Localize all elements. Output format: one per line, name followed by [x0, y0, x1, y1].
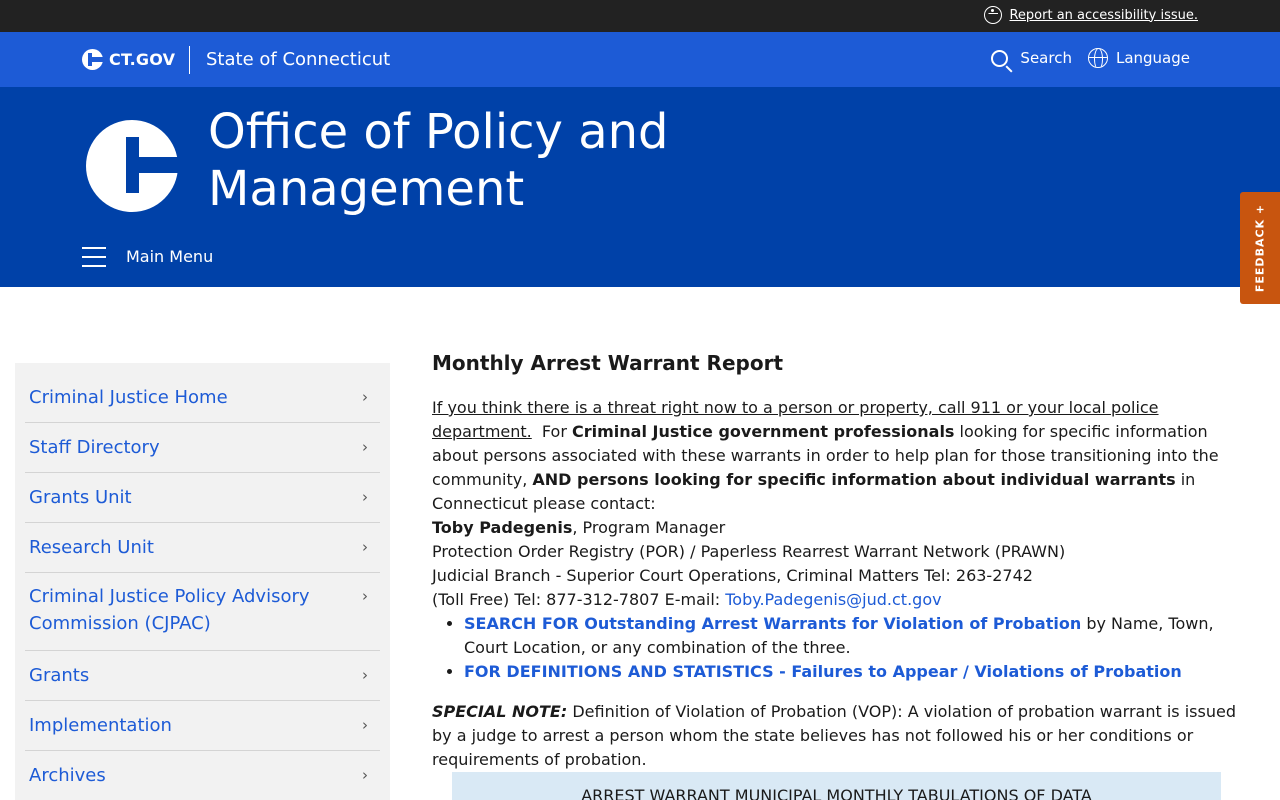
- agency-title[interactable]: Office of Policy and Management: [208, 104, 768, 218]
- sidebar-item-criminal-justice-home[interactable]: Criminal Justice Home ›: [25, 373, 380, 423]
- sidebar-item-label[interactable]: Criminal Justice Home: [29, 384, 228, 411]
- chevron-right-icon: ›: [362, 666, 368, 684]
- language-label: Language: [1115, 49, 1190, 67]
- chevron-right-icon: ›: [362, 388, 368, 406]
- sidebar-item-implementation[interactable]: Implementation ›: [25, 701, 380, 751]
- chevron-right-icon: ›: [362, 716, 368, 734]
- sidebar-item-label[interactable]: Staff Directory: [29, 434, 160, 461]
- sidebar-item-staff-directory[interactable]: Staff Directory ›: [25, 423, 380, 473]
- sidebar-item-label[interactable]: Archives: [29, 762, 106, 789]
- ct-seal-logo[interactable]: [86, 120, 178, 212]
- state-header: CT.GOV State of Connecticut Search Langu…: [0, 32, 1280, 87]
- warrant-search-link[interactable]: SEARCH FOR Outstanding Arrest Warrants f…: [464, 614, 1081, 633]
- section-sidebar: Criminal Justice Home › Staff Directory …: [15, 363, 390, 800]
- language-button[interactable]: Language: [1087, 48, 1190, 68]
- accessibility-icon: [984, 6, 1003, 24]
- sidebar-item-label[interactable]: Grants Unit: [29, 484, 132, 511]
- sidebar-item-label[interactable]: Grants: [29, 662, 89, 689]
- sidebar-item-grants[interactable]: Grants ›: [25, 651, 380, 701]
- page-title: Monthly Arrest Warrant Report: [432, 351, 784, 375]
- sidebar-item-label[interactable]: Implementation: [29, 712, 172, 739]
- contact-unit: Protection Order Registry (POR) / Paperl…: [432, 542, 1066, 561]
- agency-banner: Office of Policy and Management Main Men…: [0, 87, 1280, 287]
- resource-list: SEARCH FOR Outstanding Arrest Warrants f…: [464, 612, 1242, 684]
- intro-paragraph: If you think there is a threat right now…: [432, 396, 1242, 516]
- utility-bar: Report an accessibility issue.: [0, 0, 1280, 32]
- feedback-label: FEEDBACK +: [1253, 203, 1267, 293]
- contact-role: , Program Manager: [572, 518, 726, 537]
- chevron-right-icon: ›: [362, 587, 368, 605]
- list-item: FOR DEFINITIONS AND STATISTICS - Failure…: [464, 660, 1242, 684]
- chevron-right-icon: ›: [362, 766, 368, 784]
- chevron-right-icon: ›: [362, 488, 368, 506]
- special-note: SPECIAL NOTE: Definition of Violation of…: [432, 700, 1242, 772]
- intro-bold: Criminal Justice government professional…: [572, 422, 955, 441]
- main-menu-label: Main Menu: [126, 246, 214, 266]
- state-name-link[interactable]: State of Connecticut: [206, 49, 390, 70]
- feedback-tab[interactable]: FEEDBACK +: [1240, 192, 1280, 304]
- chevron-right-icon: ›: [362, 538, 368, 556]
- special-note-label: SPECIAL NOTE:: [432, 702, 568, 721]
- search-label: Search: [1020, 49, 1072, 67]
- sidebar-item-cjpac[interactable]: Criminal Justice Policy Advisory Commiss…: [25, 573, 380, 651]
- search-button[interactable]: Search: [991, 48, 1072, 68]
- chevron-right-icon: ›: [362, 438, 368, 456]
- intro-bold: AND persons looking for specific informa…: [532, 470, 1176, 489]
- ct-gov-logo[interactable]: CT.GOV: [82, 49, 175, 70]
- contact-name: Toby Padegenis: [432, 518, 573, 537]
- definitions-statistics-link[interactable]: FOR DEFINITIONS AND STATISTICS - Failure…: [464, 662, 1182, 681]
- ct-gov-logo-text: CT.GOV: [109, 50, 176, 69]
- sidebar-item-label[interactable]: Research Unit: [29, 534, 154, 561]
- intro-text: For: [541, 422, 567, 441]
- globe-icon: [1087, 48, 1108, 68]
- sidebar-item-archives[interactable]: Archives ›: [25, 751, 380, 800]
- header-actions: Search Language: [991, 48, 1190, 68]
- main-content: Monthly Arrest Warrant Report If you thi…: [432, 348, 1242, 772]
- contact-email-link[interactable]: Toby.Padegenis@jud.ct.gov: [725, 590, 941, 609]
- contact-phone: Judicial Branch - Superior Court Operati…: [432, 566, 1033, 585]
- contact-block: Toby Padegenis, Program Manager Protecti…: [432, 516, 1242, 612]
- sidebar-item-grants-unit[interactable]: Grants Unit ›: [25, 473, 380, 523]
- main-menu-button[interactable]: Main Menu: [82, 246, 214, 267]
- data-table-header: ARREST WARRANT MUNICIPAL MONTHLY TABULAT…: [452, 772, 1221, 800]
- sidebar-item-label[interactable]: Criminal Justice Policy Advisory Commiss…: [29, 583, 329, 637]
- sidebar-item-research-unit[interactable]: Research Unit ›: [25, 523, 380, 573]
- list-item: SEARCH FOR Outstanding Arrest Warrants f…: [464, 612, 1242, 660]
- header-divider: [189, 46, 190, 74]
- hamburger-icon: [82, 246, 106, 267]
- ct-logo-icon: [82, 49, 103, 70]
- accessibility-report-link[interactable]: Report an accessibility issue.: [984, 6, 1198, 24]
- search-icon: [991, 49, 1009, 67]
- contact-toll-free: (Toll Free) Tel: 877-312-7807 E-mail:: [432, 590, 721, 609]
- accessibility-report-label[interactable]: Report an accessibility issue.: [1009, 8, 1198, 23]
